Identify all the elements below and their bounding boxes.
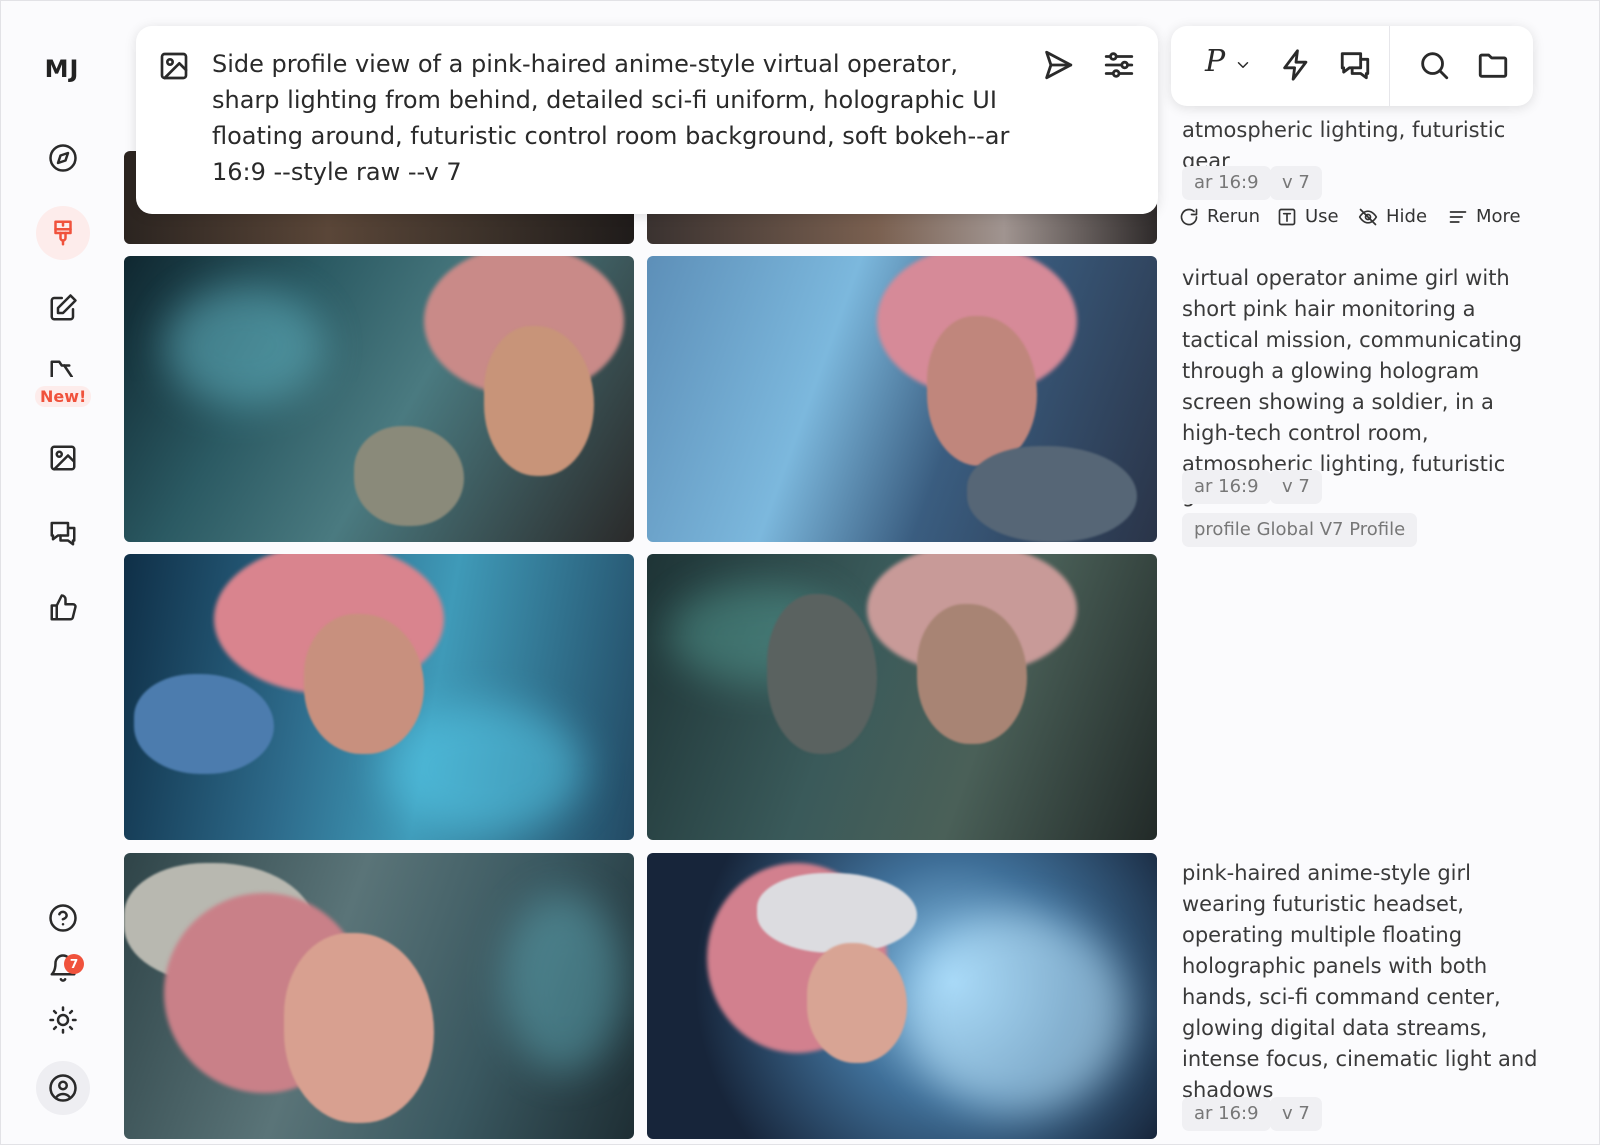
folders-icon (50, 360, 73, 377)
help-icon (49, 904, 77, 932)
rerun-label: Rerun (1207, 206, 1260, 227)
aspect-ratio-chip[interactable]: ar 16:9 (1182, 470, 1271, 504)
chat-icon (1340, 52, 1370, 80)
chat-button[interactable] (36, 506, 90, 560)
app-logo[interactable]: MJ (1, 55, 123, 83)
version-chip[interactable]: v 7 (1270, 166, 1322, 200)
image-icon (160, 52, 188, 80)
personalize-button[interactable]: P (1205, 44, 1225, 79)
folder-icon (1478, 53, 1508, 78)
theme-toggle-button[interactable] (36, 993, 90, 1047)
hide-label: Hide (1386, 206, 1428, 227)
new-badge: New! (35, 386, 92, 407)
sliders-icon (1104, 52, 1134, 78)
explore-button[interactable] (36, 131, 90, 185)
hide-button[interactable]: Hide (1358, 206, 1427, 227)
rerun-button[interactable]: Rerun (1179, 206, 1260, 227)
notification-count-badge: 7 (64, 954, 84, 974)
rank-button[interactable] (36, 581, 90, 635)
thumbs-up-icon (50, 594, 77, 621)
personalize-dropdown[interactable] (1234, 56, 1252, 74)
create-button[interactable] (36, 206, 90, 260)
image-icon (50, 445, 76, 471)
app-frame: MJ New! 7 Side profile view of a pink-ha… (0, 0, 1600, 1145)
more-button[interactable]: More (1448, 206, 1521, 227)
use-button[interactable]: Use (1277, 206, 1339, 227)
version-chip[interactable]: v 7 (1270, 1097, 1322, 1131)
refresh-icon (1180, 208, 1198, 225)
image-tile[interactable] (124, 256, 634, 542)
compass-icon (49, 144, 77, 172)
settings-button[interactable] (1102, 48, 1136, 82)
image-tile[interactable] (124, 554, 634, 840)
submit-button[interactable] (1041, 48, 1075, 82)
sun-icon (49, 1006, 77, 1034)
prompt-input[interactable]: Side profile view of a pink-haired anime… (212, 46, 1012, 190)
moodboards-button[interactable] (36, 353, 90, 383)
search-icon (1421, 52, 1449, 80)
use-label: Use (1305, 206, 1339, 227)
paintbrush-icon (54, 220, 72, 246)
sidebar: MJ New! 7 (1, 1, 123, 1144)
organize-button[interactable] (36, 431, 90, 485)
search-button[interactable] (1417, 48, 1451, 82)
menu-icon (1449, 210, 1467, 223)
text-box-icon (1278, 208, 1296, 225)
edit-icon (50, 294, 77, 321)
user-icon (49, 1074, 77, 1102)
image-tile[interactable] (647, 853, 1157, 1139)
edit-button[interactable] (36, 281, 90, 335)
aspect-ratio-chip[interactable]: ar 16:9 (1182, 166, 1271, 200)
version-chip[interactable]: v 7 (1270, 470, 1322, 504)
chat-icon (50, 521, 76, 546)
eye-off-icon (1358, 208, 1378, 225)
send-icon (1045, 50, 1073, 80)
image-tile[interactable] (124, 853, 634, 1139)
help-button[interactable] (36, 891, 90, 945)
prompt-bar: Side profile view of a pink-haired anime… (136, 26, 1158, 214)
chat-mode-button[interactable] (1338, 48, 1372, 82)
job-3-prompt[interactable]: pink-haired anime-style girl wearing fut… (1182, 858, 1552, 1106)
folder-button[interactable] (1476, 48, 1510, 82)
lightning-icon (1283, 49, 1308, 81)
speed-button[interactable] (1279, 48, 1313, 82)
top-toolbar: P (1171, 26, 1533, 106)
more-label: More (1476, 206, 1521, 227)
profile-button[interactable] (36, 1061, 90, 1115)
profile-chip[interactable]: profile Global V7 Profile (1182, 513, 1418, 547)
chevron-down-icon (1237, 62, 1249, 68)
image-tile[interactable] (647, 256, 1157, 542)
image-tile[interactable] (647, 554, 1157, 840)
image-prompt-icon[interactable] (158, 50, 190, 82)
toolbar-divider (1389, 26, 1390, 106)
aspect-ratio-chip[interactable]: ar 16:9 (1182, 1097, 1271, 1131)
